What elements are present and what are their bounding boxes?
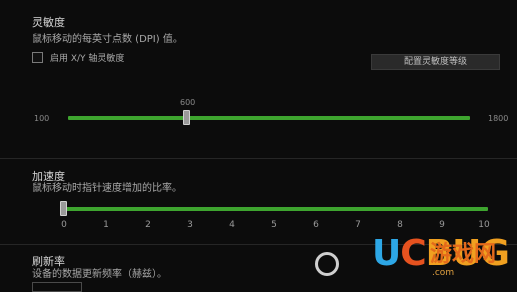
dpi-min-label: 100 [34,114,50,123]
watermark-url: .com [432,268,455,278]
sensitivity-title: 灵敏度 [32,16,65,29]
acceleration-slider-thumb[interactable] [60,201,67,216]
dpi-slider-thumb[interactable] [183,110,190,125]
acceleration-tick-label: 7 [355,220,361,230]
watermark-text: 游戏网 [430,241,497,267]
acceleration-tick-label: 10 [478,220,490,230]
configure-sensitivity-button[interactable]: 配置灵敏度等级 [371,54,500,70]
acceleration-tick-label: 2 [145,220,151,230]
acceleration-description: 鼠标移动时指针速度增加的比率。 [32,183,182,194]
acceleration-tick-label: 4 [229,220,235,230]
sensitivity-description: 鼠标移动的每英寸点数 (DPI) 值。 [32,34,183,45]
dpi-slider-track[interactable] [68,116,470,120]
acceleration-tick-label: 0 [61,220,67,230]
watermark-circle-icon [315,252,339,276]
dpi-max-label: 1800 [488,114,509,123]
acceleration-tick-label: 1 [103,220,109,230]
acceleration-slider-track[interactable] [62,207,488,211]
enable-xy-checkbox[interactable] [32,52,43,63]
acceleration-tick-label: 6 [313,220,319,230]
polling-description: 设备的数据更新频率（赫兹）。 [32,269,167,280]
acceleration-tick-label: 3 [187,220,193,230]
dpi-value-label: 600 [180,98,196,107]
section-divider [0,158,517,159]
acceleration-tick-label: 5 [271,220,277,230]
polling-rate-dropdown[interactable] [32,282,82,292]
acceleration-tick-label: 8 [397,220,403,230]
acceleration-tick-label: 9 [439,220,445,230]
enable-xy-label: 启用 X/Y 轴灵敏度 [50,54,125,64]
